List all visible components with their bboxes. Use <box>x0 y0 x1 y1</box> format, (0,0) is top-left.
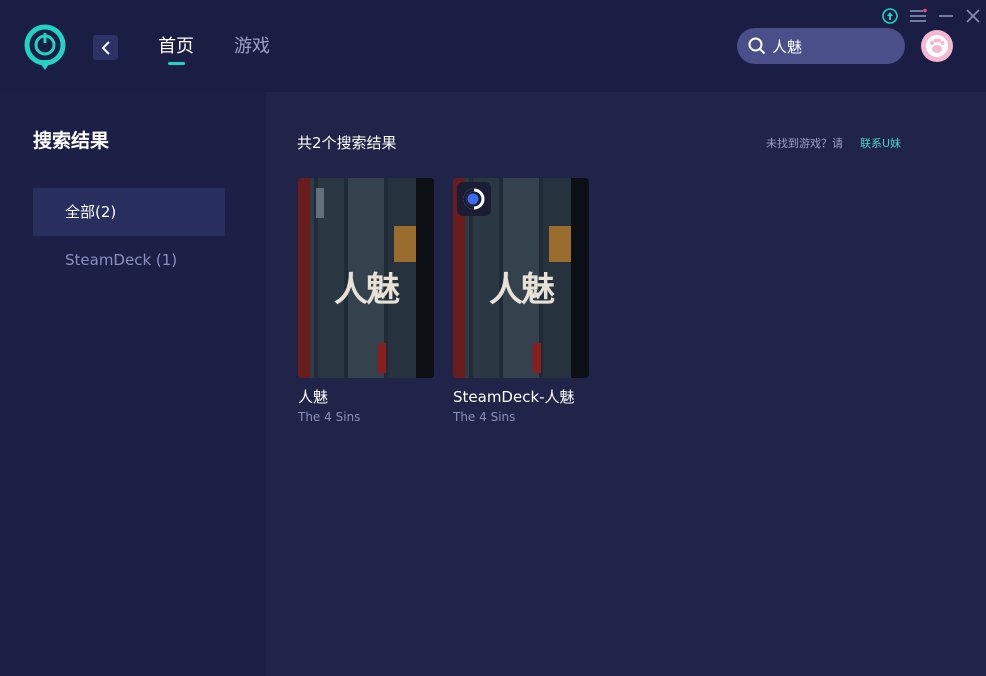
avatar[interactable] <box>921 30 953 62</box>
result-count: 共2个搜索结果 <box>297 134 397 152</box>
game-title: 人魅 <box>298 388 329 406</box>
top-header: 首页 游戏 <box>0 0 986 92</box>
back-button[interactable] <box>93 35 118 60</box>
game-subtitle: The 4 Sins <box>453 410 516 424</box>
steamdeck-icon <box>463 188 485 210</box>
game-subtitle: The 4 Sins <box>298 410 361 424</box>
steamdeck-badge <box>457 182 491 216</box>
sidebar-title: 搜索结果 <box>33 130 110 152</box>
menu-icon[interactable] <box>909 7 927 25</box>
minimize-icon[interactable] <box>937 7 955 25</box>
main-content: 共2个搜索结果 未找到游戏？请 联系U妹 人魅 人魅 The 4 Sins 人魅… <box>266 92 986 676</box>
game-card[interactable]: 人魅 人魅 The 4 Sins <box>298 178 434 424</box>
game-title: SteamDeck-人魅 <box>453 388 575 406</box>
app-logo-icon[interactable] <box>24 24 66 72</box>
paw-icon <box>926 35 948 57</box>
upgrade-icon[interactable] <box>881 7 899 25</box>
contact-link[interactable]: 联系U妹 <box>860 135 901 151</box>
search-box[interactable] <box>737 28 905 64</box>
close-icon[interactable] <box>964 7 982 25</box>
chevron-left-icon <box>101 40 110 55</box>
tab-games[interactable]: 游戏 <box>234 36 270 58</box>
not-found-text: 未找到游戏？请 <box>766 137 843 150</box>
cover-title: 人魅 <box>334 270 400 310</box>
search-input[interactable] <box>772 37 892 55</box>
tab-active-indicator <box>168 62 185 65</box>
game-cover-image: 人魅 <box>453 178 589 378</box>
sidebar-item-steamdeck[interactable]: SteamDeck (1) <box>33 236 225 284</box>
cover-title: 人魅 <box>489 270 555 310</box>
search-icon <box>748 37 766 55</box>
game-cover-image: 人魅 <box>298 178 434 378</box>
tab-home[interactable]: 首页 <box>158 36 194 58</box>
sidebar: 搜索结果 全部(2) SteamDeck (1) <box>0 92 266 676</box>
sidebar-item-all[interactable]: 全部(2) <box>33 188 225 236</box>
game-card[interactable]: 人魅 SteamDeck-人魅 The 4 Sins <box>453 178 589 424</box>
